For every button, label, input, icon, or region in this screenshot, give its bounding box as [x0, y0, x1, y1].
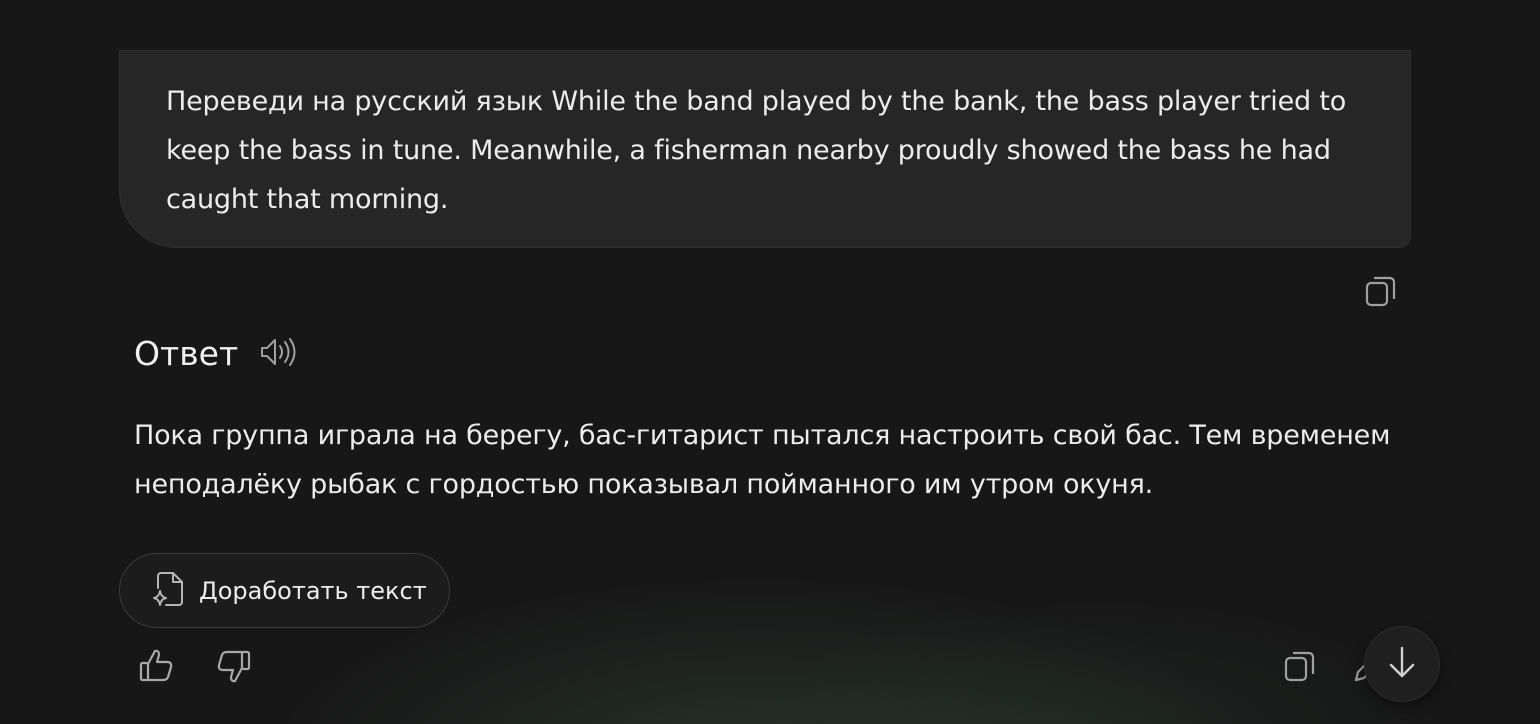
dislike-button[interactable]	[210, 644, 256, 690]
arrow-down-icon	[1385, 644, 1419, 684]
copy-user-message-button[interactable]	[1360, 270, 1402, 312]
thumbs-up-icon	[137, 645, 177, 685]
answer-header: Ответ	[134, 332, 298, 376]
document-sparkle-icon	[152, 569, 186, 613]
read-aloud-button[interactable]	[258, 334, 298, 374]
speaker-icon	[258, 334, 298, 374]
user-message-bubble: Переведи на русский язык While the band …	[119, 50, 1411, 248]
scroll-to-bottom-button[interactable]	[1364, 626, 1440, 702]
copy-icon	[1363, 273, 1399, 309]
copy-icon	[1282, 648, 1318, 684]
like-button[interactable]	[134, 642, 180, 688]
user-message-text: Переведи на русский язык While the band …	[166, 86, 1347, 215]
answer-text: Пока группа играла на берегу, бас-гитари…	[134, 420, 1391, 500]
answer-title: Ответ	[134, 334, 239, 373]
chat-page: Переведи на русский язык While the band …	[0, 0, 1540, 724]
thumbs-down-icon	[213, 647, 253, 687]
copy-answer-button[interactable]	[1278, 644, 1322, 688]
refine-text-label: Доработать текст	[199, 576, 427, 605]
refine-text-button[interactable]: Доработать текст	[119, 553, 450, 628]
